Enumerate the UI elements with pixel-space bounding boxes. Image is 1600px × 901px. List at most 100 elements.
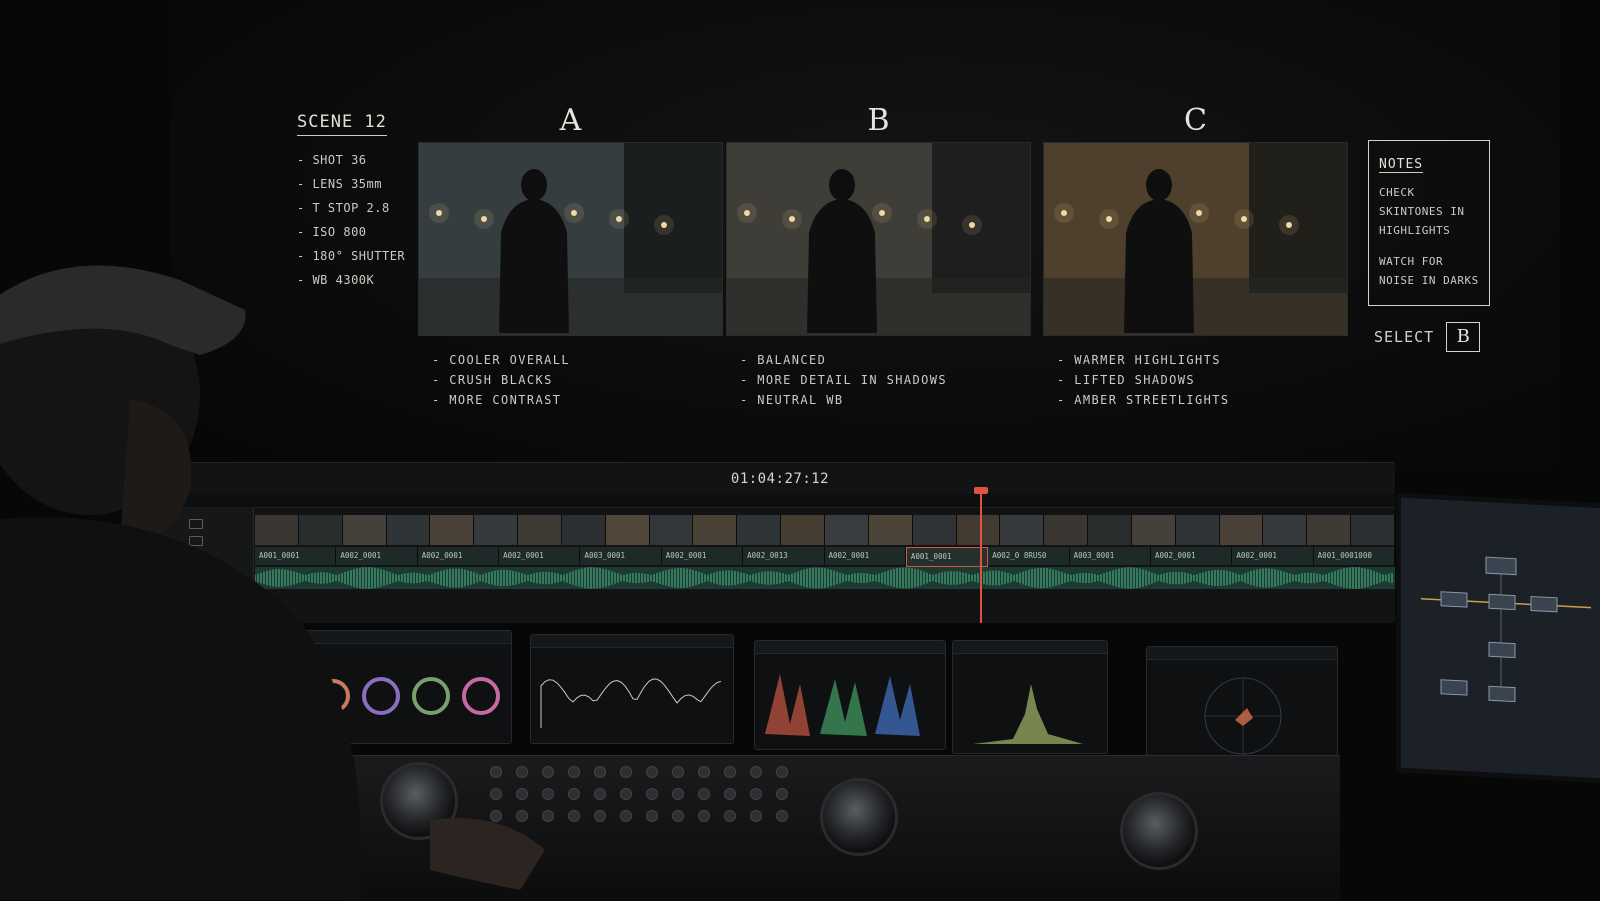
panel-knob[interactable] — [698, 788, 710, 800]
panel-toolbar — [1147, 647, 1337, 660]
panel-knob[interactable] — [750, 766, 762, 778]
timeline-clip[interactable]: A002_0001 — [1150, 547, 1233, 565]
clip-thumbnail[interactable] — [1088, 515, 1132, 545]
variant-letter: C — [1184, 103, 1207, 138]
panel-knob[interactable] — [672, 810, 684, 822]
histogram-scope — [952, 640, 1108, 754]
clip-thumbnail[interactable] — [1219, 515, 1264, 545]
frame-still-image — [1044, 143, 1347, 335]
clip-thumbnail[interactable] — [1307, 515, 1352, 545]
variant-c[interactable]: C WARMER HIGHLIGHTS LIFTED SHADOWS AMBER… — [1043, 100, 1348, 410]
colorist-silhouette — [0, 265, 545, 900]
variant-notes: BALANCED MORE DETAIL IN SHADOWS NEUTRAL … — [740, 350, 1031, 410]
timeline-clip[interactable]: A002_0013 — [743, 547, 825, 565]
clip-thumbnail[interactable] — [1000, 515, 1045, 545]
panel-knob[interactable] — [568, 766, 580, 778]
select-label: SELECT — [1374, 328, 1435, 346]
panel-knob[interactable] — [594, 766, 606, 778]
panel-knob[interactable] — [672, 788, 684, 800]
trackball-gain[interactable] — [1120, 792, 1198, 870]
clip-thumbnail[interactable] — [868, 515, 913, 545]
timecode-display: 01:04:27:12 — [730, 471, 830, 487]
clip-thumbnail[interactable] — [1131, 515, 1176, 545]
selected-variant-box[interactable]: B — [1446, 322, 1481, 352]
node-graph-monitor[interactable] — [1396, 492, 1600, 784]
clip-thumbnail[interactable] — [956, 515, 1001, 545]
graph-node[interactable] — [1488, 641, 1516, 659]
clip-thumbnail[interactable] — [1351, 515, 1395, 545]
timeline-clip[interactable]: A002_0001 — [661, 547, 744, 565]
variant-frame[interactable] — [1043, 142, 1348, 336]
clip-thumbnail[interactable] — [824, 515, 869, 545]
vectorscope-plot — [1204, 677, 1282, 755]
panel-knob[interactable] — [646, 766, 658, 778]
panel-knob[interactable] — [724, 766, 736, 778]
notes-title: NOTES — [1379, 157, 1424, 173]
clip-thumbnail[interactable] — [912, 515, 957, 545]
clip-thumbnail[interactable] — [605, 515, 650, 545]
clip-thumbnail[interactable] — [1175, 515, 1220, 545]
graph-node[interactable] — [1440, 679, 1468, 696]
graph-node[interactable] — [1485, 556, 1517, 576]
panel-knob[interactable] — [750, 810, 762, 822]
panel-knob[interactable] — [750, 788, 762, 800]
panel-knob[interactable] — [776, 766, 788, 778]
select-control[interactable]: SELECT B — [1374, 322, 1481, 352]
panel-knob[interactable] — [568, 788, 580, 800]
waveform-scope — [530, 634, 734, 744]
variant-note: LIFTED SHADOWS — [1057, 370, 1348, 390]
panel-toolbar — [953, 641, 1107, 654]
panel-knob[interactable] — [776, 810, 788, 822]
graph-node[interactable] — [1488, 593, 1516, 611]
panel-knob[interactable] — [672, 766, 684, 778]
panel-knob[interactable] — [594, 788, 606, 800]
trackball-gamma[interactable] — [820, 778, 898, 856]
panel-knob[interactable] — [620, 810, 632, 822]
variant-letter: B — [867, 103, 890, 138]
clip-thumbnail[interactable] — [693, 515, 738, 545]
timeline-clip[interactable]: A002_0 8RUS0 — [988, 547, 1070, 565]
scene-detail-item: T STOP 2.8 — [297, 196, 407, 220]
panel-knob[interactable] — [646, 788, 658, 800]
node-graph[interactable] — [1401, 498, 1600, 779]
variant-frame[interactable] — [726, 142, 1031, 336]
clip-thumbnail[interactable] — [781, 515, 825, 545]
timeline-clip[interactable]: A001_0001000 — [1313, 547, 1396, 565]
panel-knob[interactable] — [620, 788, 632, 800]
scene-detail-item: LENS 35mm — [297, 172, 407, 196]
variant-note: WARMER HIGHLIGHTS — [1057, 350, 1348, 370]
graph-node[interactable] — [1488, 685, 1516, 703]
graph-node[interactable] — [1440, 591, 1468, 608]
graph-node[interactable] — [1530, 595, 1558, 613]
panel-knob[interactable] — [776, 788, 788, 800]
clip-thumbnail[interactable] — [1263, 515, 1308, 545]
panel-knob[interactable] — [568, 810, 580, 822]
timeline-clip[interactable]: A001_0001 — [905, 547, 989, 567]
timeline-clip[interactable]: A002_0001 — [824, 547, 906, 565]
frame-still-image — [727, 143, 1030, 335]
clip-thumbnail[interactable] — [649, 515, 694, 545]
panel-knob[interactable] — [646, 810, 658, 822]
variant-note: NEUTRAL WB — [740, 390, 1031, 410]
panel-knob[interactable] — [724, 788, 736, 800]
clip-thumbnail[interactable] — [561, 515, 606, 545]
panel-knob[interactable] — [724, 810, 736, 822]
panel-knob[interactable] — [620, 766, 632, 778]
scene-detail-item: SHOT 36 — [297, 148, 407, 172]
panel-knob[interactable] — [698, 810, 710, 822]
vectorscope — [1146, 646, 1338, 768]
luma-waveform-plot — [540, 678, 722, 728]
panel-knob[interactable] — [698, 766, 710, 778]
timeline-clip[interactable]: A002_0001 — [1232, 547, 1314, 565]
variant-note: MORE DETAIL IN SHADOWS — [740, 370, 1031, 390]
timeline-clip[interactable]: A003_0001 — [580, 547, 662, 565]
variant-b[interactable]: B BALANCED MORE DETAIL IN SHADOWS NEUTRA… — [726, 100, 1031, 410]
scene-detail-item: ISO 800 — [297, 220, 407, 244]
clip-thumbnail[interactable] — [737, 515, 782, 545]
timeline-clip[interactable]: A003_0001 — [1069, 547, 1151, 565]
playhead-line[interactable] — [980, 489, 982, 623]
variant-notes: WARMER HIGHLIGHTS LIFTED SHADOWS AMBER S… — [1057, 350, 1348, 410]
variant-letter: A — [559, 103, 582, 138]
clip-thumbnail[interactable] — [1044, 515, 1089, 545]
panel-knob[interactable] — [594, 810, 606, 822]
